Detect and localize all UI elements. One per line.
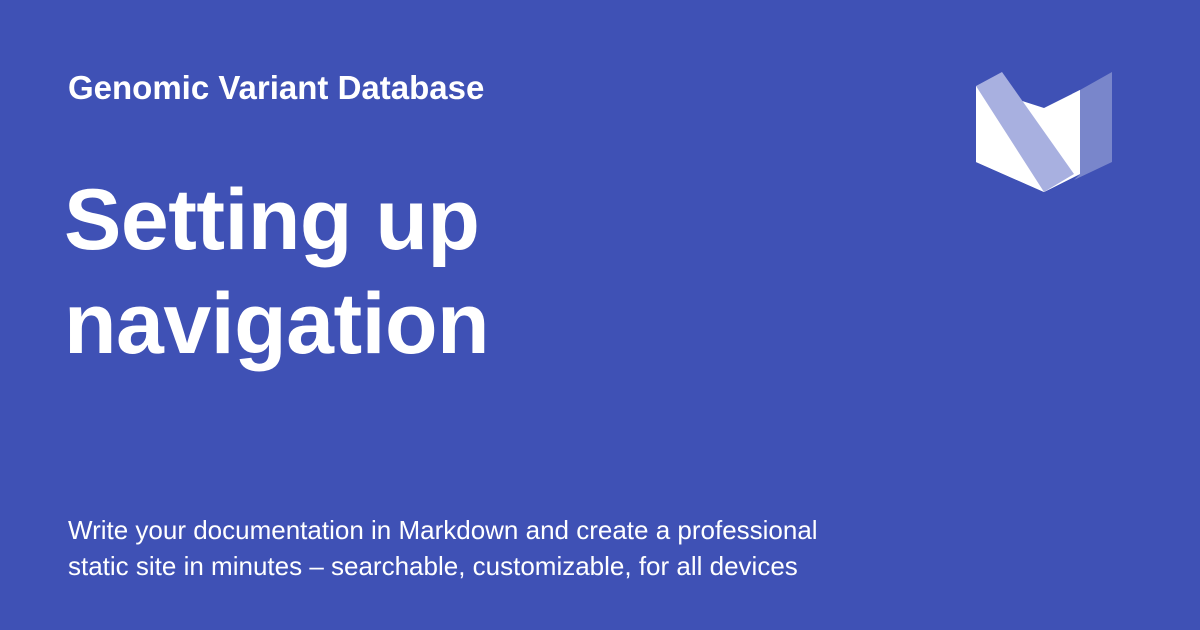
description-line-2: static site in minutes – searchable, cus… bbox=[68, 551, 798, 581]
page-title-line-2: navigation bbox=[64, 276, 490, 372]
site-name: Genomic Variant Database bbox=[68, 69, 485, 106]
description-line-1: Write your documentation in Markdown and… bbox=[68, 515, 818, 545]
page-title-line-1: Setting up bbox=[64, 172, 480, 268]
page-title: Setting up navigation bbox=[64, 168, 684, 376]
material-logo-icon bbox=[976, 72, 1112, 192]
site-description: Write your documentation in Markdown and… bbox=[68, 512, 968, 584]
social-card: Genomic Variant Database Setting up navi… bbox=[0, 0, 1200, 630]
